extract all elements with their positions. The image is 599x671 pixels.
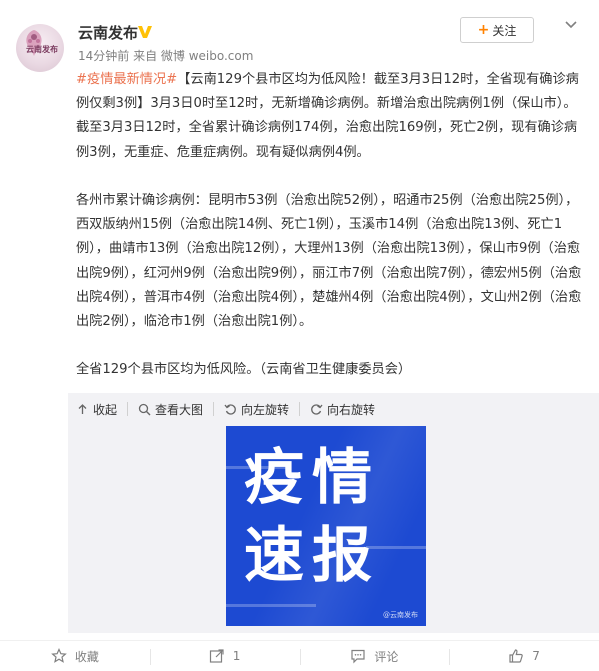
rotate-right-label: 向右旋转 [327,402,376,417]
avatar[interactable]: 云南发布 [16,24,64,72]
plus-icon: + [477,22,490,38]
author-name[interactable]: 云南发布 [78,22,138,43]
action-bar: 收藏 1 评论 7 [0,640,599,671]
post-text: #疫情最新情况#【云南129个县市区均为低风险！截至3月3日12时，全省现有确诊… [76,68,586,383]
magnifier-icon [138,403,151,415]
comment-button[interactable]: 评论 [299,641,450,671]
rotate-right-button[interactable]: 向右旋转 [310,402,385,417]
poster-watermark: @云南发布 [383,611,418,619]
follow-button[interactable]: + 关注 [460,17,534,43]
repost-button[interactable]: 1 [149,641,300,671]
poster-title-line-1: 疫情 [244,443,380,513]
verified-badge-icon [138,26,152,38]
star-icon [51,648,67,663]
repost-icon [209,649,224,663]
repost-count: 1 [232,649,241,663]
favorite-label: 收藏 [74,649,99,664]
like-button[interactable]: 7 [449,641,599,671]
collapse-arrow-icon [78,403,87,414]
chevron-down-icon[interactable] [563,16,579,32]
like-count: 7 [532,649,540,663]
epidemic-bulletin-image[interactable]: 疫情 速报 @云南发布 [226,426,426,626]
rotate-left-icon [224,403,236,415]
follow-label: 关注 [492,23,517,38]
hashtag-link[interactable]: #疫情最新情况# [76,72,177,87]
post-meta: 14分钟前 来自 微博 weibo.com [78,49,254,63]
comment-icon [351,649,365,664]
view-large-label: 查看大图 [155,402,204,417]
paragraph-1: #疫情最新情况#【云南129个县市区均为低风险！截至3月3日12时，全省现有确诊… [76,68,586,165]
favorite-button[interactable]: 收藏 [0,641,150,671]
weibo-post-card: 云南发布 云南发布 14分钟前 来自 微博 weibo.com + 关注 #疫情… [0,0,599,671]
rotate-right-icon [311,403,323,415]
rotate-left-button[interactable]: 向左旋转 [224,402,301,417]
collapse-label: 收起 [93,402,118,417]
collapse-button[interactable]: 收起 [76,402,129,417]
avatar-logo-text: 云南发布 [26,45,58,54]
poster-title-line-2: 速报 [244,521,380,591]
thumbs-up-icon [509,649,524,663]
paragraph-3: 全省129个县市区均为低风险。（云南省卫生健康委员会） [76,362,412,378]
rotate-left-label: 向左旋转 [241,402,290,417]
view-large-button[interactable]: 查看大图 [138,402,215,417]
media-panel: 收起 查看大图 向左旋转 向右旋转 疫情 速报 @云南发布 [68,393,599,633]
comment-label: 评论 [374,649,399,664]
paragraph-2: 各州市累计确诊病例：昆明市53例（治愈出院52例），昭通市25例（治愈出院25例… [76,193,582,330]
media-toolbar: 收起 查看大图 向左旋转 向右旋转 [76,402,395,417]
